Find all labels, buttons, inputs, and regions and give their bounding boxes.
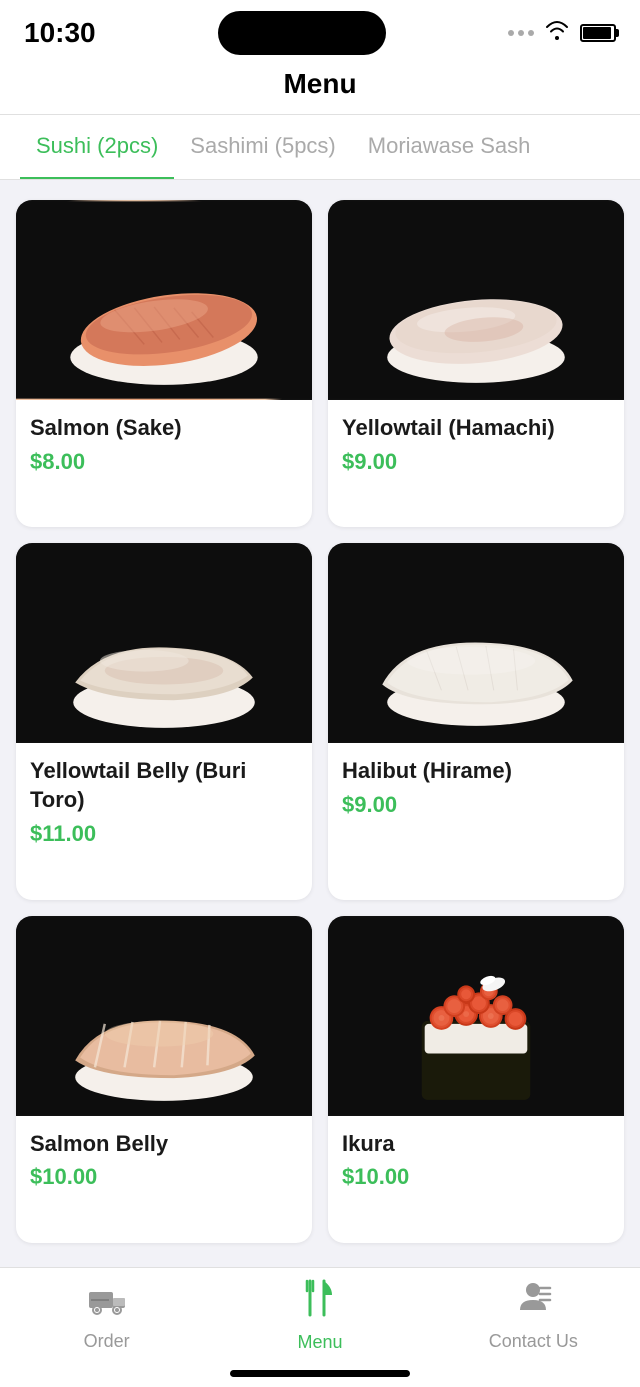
yellowtail-price: $9.00: [342, 449, 610, 475]
salmon-belly-name: Salmon Belly: [30, 1130, 298, 1159]
order-label: Order: [84, 1331, 130, 1352]
menu-grid: Salmon (Sake) $8.00 Yellowtail (Hamachi)…: [0, 180, 640, 1263]
nav-menu[interactable]: Menu: [270, 1279, 370, 1353]
dynamic-island: [218, 11, 386, 55]
menu-item-salmon[interactable]: Salmon (Sake) $8.00: [16, 200, 312, 527]
home-indicator: [230, 1370, 410, 1377]
nav-contact[interactable]: Contact Us: [483, 1280, 583, 1352]
halibut-name: Halibut (Hirame): [342, 757, 610, 786]
status-bar: 10:30: [0, 0, 640, 54]
tab-sashimi[interactable]: Sashimi (5pcs): [174, 115, 351, 179]
salmon-price: $8.00: [30, 449, 298, 475]
ikura-price: $10.00: [342, 1164, 610, 1190]
salmon-belly-body: Salmon Belly $10.00: [16, 1116, 312, 1209]
menu-label: Menu: [297, 1332, 342, 1353]
category-tabs: Sushi (2pcs) Sashimi (5pcs) Moriawase Sa…: [0, 115, 640, 180]
salmon-belly-price: $10.00: [30, 1164, 298, 1190]
menu-item-yellowtail[interactable]: Yellowtail (Hamachi) $9.00: [328, 200, 624, 527]
bottom-nav: Order Menu: [0, 1267, 640, 1387]
yellowtail-name: Yellowtail (Hamachi): [342, 414, 610, 443]
belly-body: Yellowtail Belly (Buri Toro) $11.00: [16, 743, 312, 864]
halibut-body: Halibut (Hirame) $9.00: [328, 743, 624, 836]
nav-order[interactable]: Order: [57, 1280, 157, 1352]
salmon-name: Salmon (Sake): [30, 414, 298, 443]
yellowtail-body: Yellowtail (Hamachi) $9.00: [328, 400, 624, 493]
ikura-image: [328, 916, 624, 1116]
belly-price: $11.00: [30, 821, 298, 847]
menu-item-belly[interactable]: Yellowtail Belly (Buri Toro) $11.00: [16, 543, 312, 899]
signal-icon: [508, 30, 534, 36]
belly-name: Yellowtail Belly (Buri Toro): [30, 757, 298, 814]
salmon-image: [16, 200, 312, 400]
menu-item-salmon-belly[interactable]: Salmon Belly $10.00: [16, 916, 312, 1243]
contact-icon: [514, 1280, 552, 1325]
ikura-name: Ikura: [342, 1130, 610, 1159]
page-title: Menu: [0, 68, 640, 100]
belly-image: [16, 543, 312, 743]
order-icon: [87, 1280, 127, 1325]
halibut-image: [328, 543, 624, 743]
yellowtail-image: [328, 200, 624, 400]
battery-icon: [580, 24, 616, 42]
salmon-body: Salmon (Sake) $8.00: [16, 400, 312, 493]
tab-moriawase[interactable]: Moriawase Sash: [352, 115, 547, 179]
page-header: Menu: [0, 54, 640, 115]
ikura-body: Ikura $10.00: [328, 1116, 624, 1209]
salmon-belly-image: [16, 916, 312, 1116]
tab-sushi[interactable]: Sushi (2pcs): [20, 115, 174, 179]
status-time: 10:30: [24, 17, 96, 49]
menu-item-halibut[interactable]: Halibut (Hirame) $9.00: [328, 543, 624, 899]
status-icons: [508, 20, 616, 46]
wifi-icon: [544, 20, 570, 46]
menu-item-ikura[interactable]: Ikura $10.00: [328, 916, 624, 1243]
menu-icon: [302, 1279, 338, 1326]
contact-label: Contact Us: [489, 1331, 578, 1352]
halibut-price: $9.00: [342, 792, 610, 818]
